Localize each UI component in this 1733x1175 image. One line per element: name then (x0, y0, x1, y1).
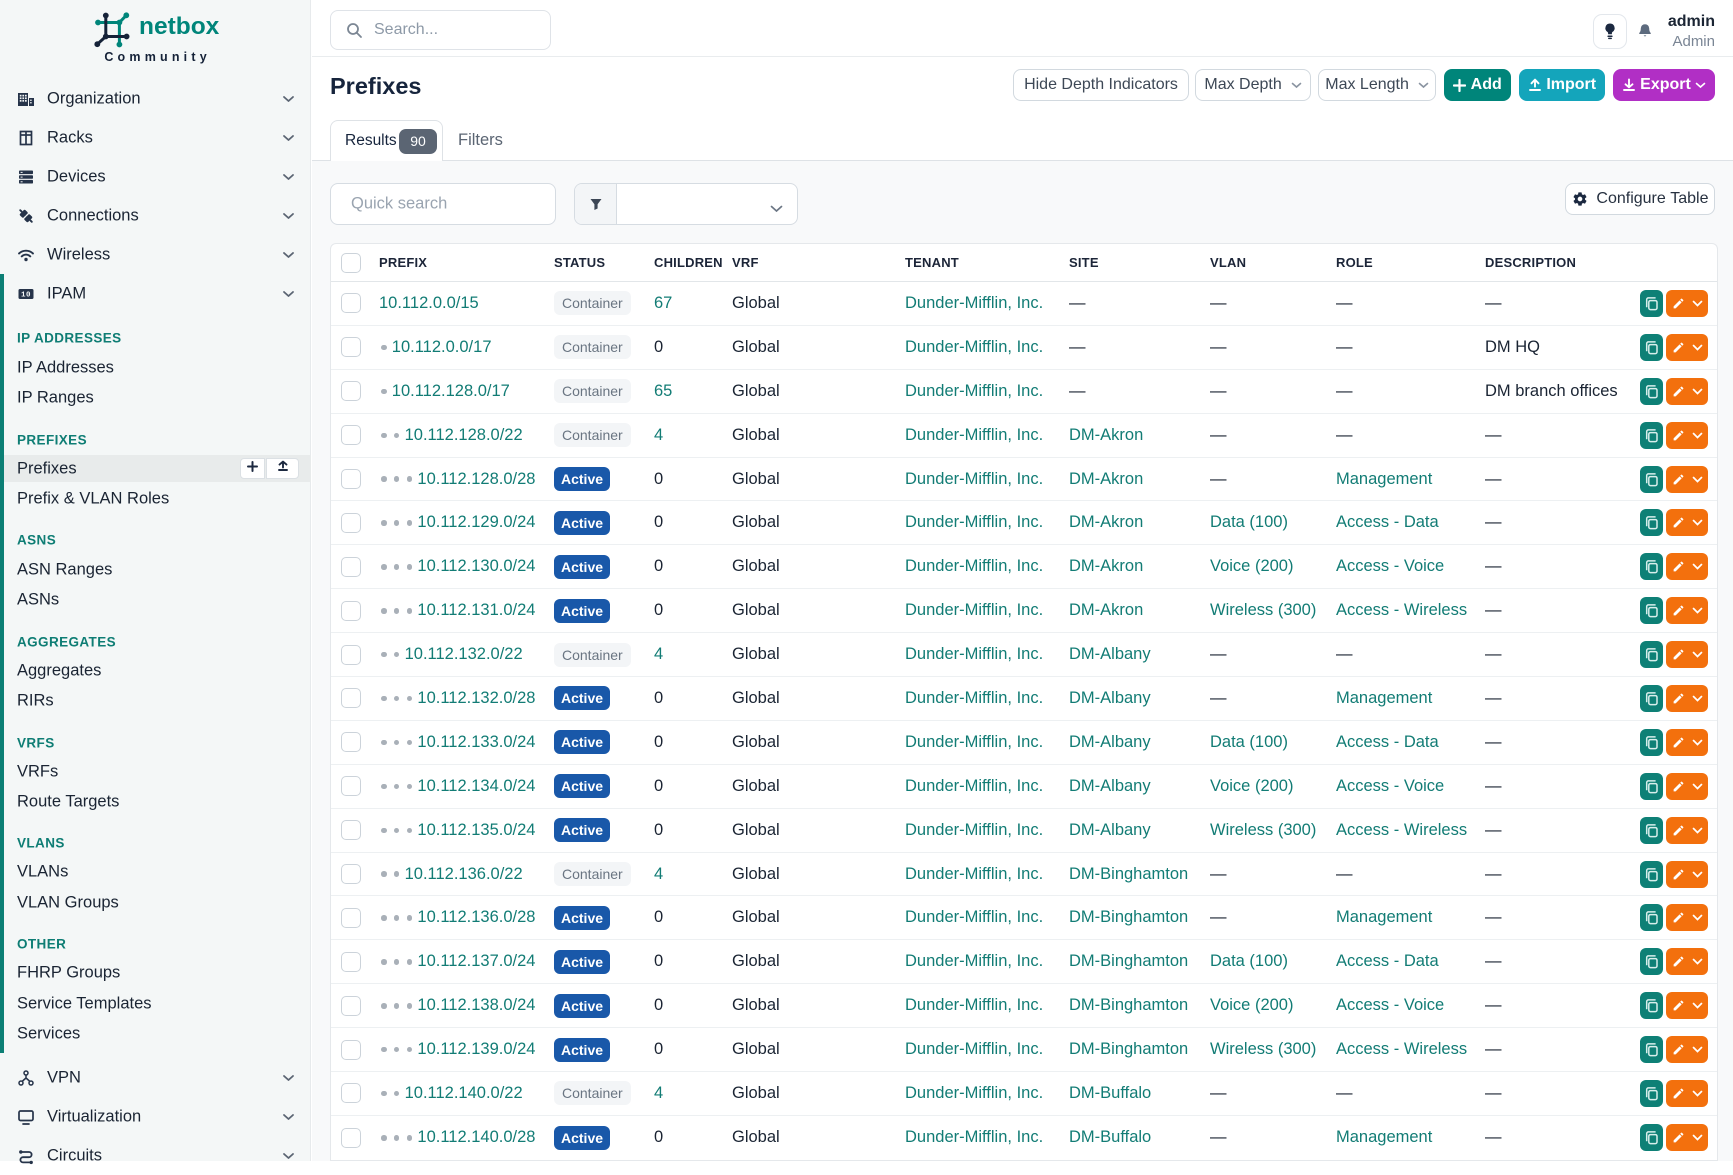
svg-text:0: 0 (26, 291, 31, 299)
